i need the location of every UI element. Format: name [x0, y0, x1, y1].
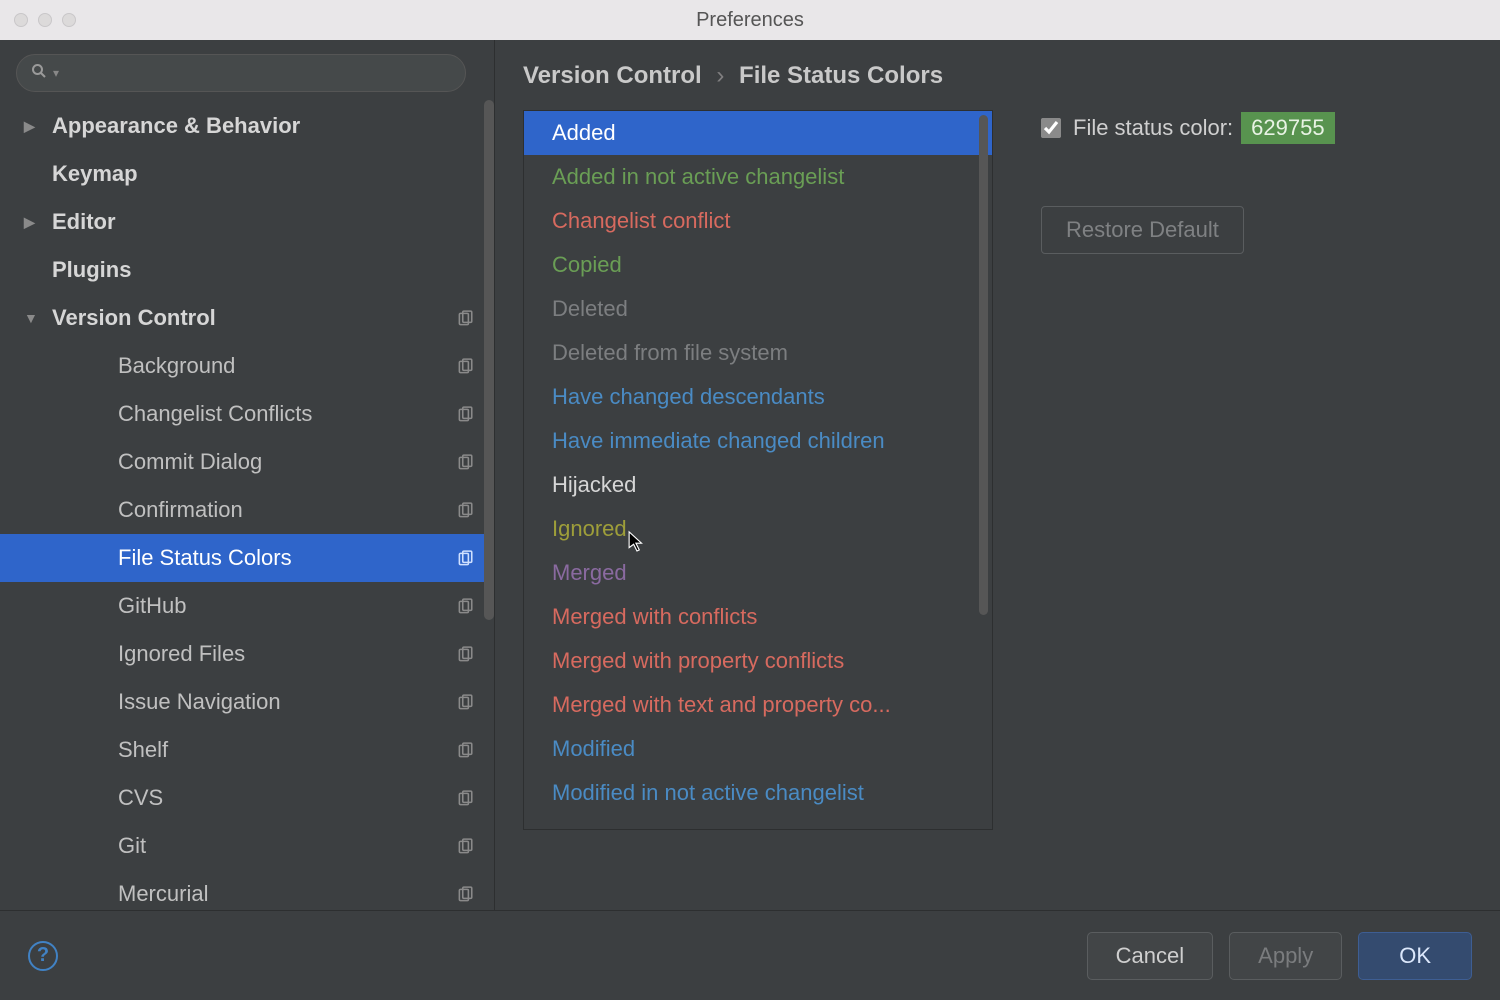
sidebar-item[interactable]: Mercurial: [0, 870, 494, 910]
search-input[interactable]: ▾: [16, 54, 466, 92]
breadcrumb-separator-icon: ›: [708, 62, 732, 89]
scheme-copy-icon[interactable]: [456, 308, 476, 328]
sidebar-item-label: Commit Dialog: [118, 449, 456, 475]
dialog-footer: ? Cancel Apply OK: [0, 910, 1500, 1000]
sidebar-item[interactable]: Issue Navigation: [0, 678, 494, 726]
sidebar-item[interactable]: ▶Editor: [0, 198, 494, 246]
sidebar-item-label: Mercurial: [118, 881, 456, 907]
settings-tree: ▶Appearance & BehaviorKeymap▶EditorPlugi…: [0, 102, 494, 910]
file-status-item[interactable]: Ignored: [524, 507, 992, 551]
scheme-copy-icon[interactable]: [456, 356, 476, 376]
sidebar-item-label: Shelf: [118, 737, 456, 763]
file-status-item[interactable]: Merged: [524, 551, 992, 595]
file-status-item[interactable]: Have changed descendants: [524, 375, 992, 419]
breadcrumb-page: File Status Colors: [739, 62, 943, 89]
file-status-item[interactable]: Merged with conflicts: [524, 595, 992, 639]
ok-button[interactable]: OK: [1358, 932, 1472, 980]
titlebar: Preferences: [0, 0, 1500, 40]
sidebar-item-label: Confirmation: [118, 497, 456, 523]
file-status-item[interactable]: Deleted from file system: [524, 331, 992, 375]
file-status-item[interactable]: Added: [524, 111, 992, 155]
file-status-list[interactable]: AddedAdded in not active changelistChang…: [523, 110, 993, 830]
apply-button[interactable]: Apply: [1229, 932, 1342, 980]
sidebar-item-label: Changelist Conflicts: [118, 401, 456, 427]
scheme-copy-icon[interactable]: [456, 692, 476, 712]
sidebar-item[interactable]: File Status Colors: [0, 534, 494, 582]
sidebar-item[interactable]: Changelist Conflicts: [0, 390, 494, 438]
file-status-color-checkbox[interactable]: [1041, 118, 1061, 138]
file-status-item[interactable]: Modified in not active changelist: [524, 771, 992, 815]
scheme-copy-icon[interactable]: [456, 596, 476, 616]
sidebar-item[interactable]: Background: [0, 342, 494, 390]
sidebar-item-label: Ignored Files: [118, 641, 456, 667]
file-status-item[interactable]: Copied: [524, 243, 992, 287]
sidebar-item-label: CVS: [118, 785, 456, 811]
sidebar-item-label: Git: [118, 833, 456, 859]
sidebar-item[interactable]: GitHub: [0, 582, 494, 630]
sidebar-item-label: Appearance & Behavior: [52, 113, 476, 139]
scheme-copy-icon[interactable]: [456, 836, 476, 856]
cancel-button[interactable]: Cancel: [1087, 932, 1213, 980]
sidebar-item-label: Editor: [52, 209, 476, 235]
file-status-item[interactable]: Added in not active changelist: [524, 155, 992, 199]
sidebar-item[interactable]: Plugins: [0, 246, 494, 294]
settings-content: Version Control › File Status Colors Add…: [495, 40, 1500, 910]
file-status-color-row: File status color: 629755: [1041, 112, 1335, 144]
scheme-copy-icon[interactable]: [456, 548, 476, 568]
chevron-right-icon[interactable]: ▶: [24, 214, 52, 231]
scheme-copy-icon[interactable]: [456, 404, 476, 424]
file-status-item[interactable]: Have immediate changed children: [524, 419, 992, 463]
scheme-copy-icon[interactable]: [456, 884, 476, 904]
sidebar-scrollbar[interactable]: [484, 100, 494, 620]
help-button[interactable]: ?: [28, 941, 58, 971]
sidebar-item-label: Plugins: [52, 257, 476, 283]
sidebar-item[interactable]: ▼Version Control: [0, 294, 494, 342]
file-status-color-label: File status color:: [1073, 115, 1233, 141]
chevron-down-icon[interactable]: ▼: [24, 310, 52, 326]
sidebar-item-label: Background: [118, 353, 456, 379]
breadcrumb-parent[interactable]: Version Control: [523, 62, 702, 89]
status-list-scrollbar[interactable]: [979, 115, 988, 615]
sidebar-item[interactable]: Keymap: [0, 150, 494, 198]
search-icon: [31, 63, 47, 84]
sidebar-item-label: File Status Colors: [118, 545, 456, 571]
sidebar-item[interactable]: Git: [0, 822, 494, 870]
file-status-item[interactable]: Merged with text and property co...: [524, 683, 992, 727]
settings-sidebar: ▾ ▶Appearance & BehaviorKeymap▶EditorPlu…: [0, 40, 495, 910]
color-swatch[interactable]: 629755: [1241, 112, 1334, 144]
scheme-copy-icon[interactable]: [456, 452, 476, 472]
sidebar-item-label: Version Control: [52, 305, 456, 331]
sidebar-item[interactable]: Ignored Files: [0, 630, 494, 678]
scheme-copy-icon[interactable]: [456, 788, 476, 808]
sidebar-item-label: GitHub: [118, 593, 456, 619]
sidebar-item[interactable]: Confirmation: [0, 486, 494, 534]
restore-default-button[interactable]: Restore Default: [1041, 206, 1244, 254]
file-status-item[interactable]: Merged with property conflicts: [524, 639, 992, 683]
file-status-item[interactable]: Modified: [524, 727, 992, 771]
sidebar-item[interactable]: CVS: [0, 774, 494, 822]
window-title: Preferences: [0, 9, 1500, 32]
file-status-item[interactable]: Deleted: [524, 287, 992, 331]
breadcrumb: Version Control › File Status Colors: [495, 50, 1500, 110]
sidebar-item-label: Keymap: [52, 161, 476, 187]
scheme-copy-icon[interactable]: [456, 500, 476, 520]
sidebar-item[interactable]: Commit Dialog: [0, 438, 494, 486]
file-status-item[interactable]: Hijacked: [524, 463, 992, 507]
search-history-dropdown-icon[interactable]: ▾: [53, 66, 59, 80]
chevron-right-icon[interactable]: ▶: [24, 118, 52, 135]
scheme-copy-icon[interactable]: [456, 740, 476, 760]
file-status-item[interactable]: Changelist conflict: [524, 199, 992, 243]
sidebar-item[interactable]: Shelf: [0, 726, 494, 774]
sidebar-item[interactable]: ▶Appearance & Behavior: [0, 102, 494, 150]
scheme-copy-icon[interactable]: [456, 644, 476, 664]
sidebar-item-label: Issue Navigation: [118, 689, 456, 715]
